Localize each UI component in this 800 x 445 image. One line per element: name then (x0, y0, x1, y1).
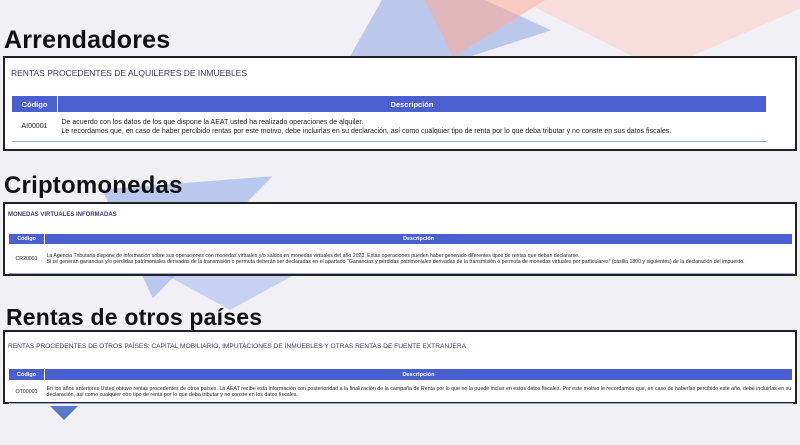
description-line: Si se generan ganancias y/o pérdidas pat… (46, 259, 745, 265)
section-heading-criptomonedas: Criptomonedas (4, 172, 183, 199)
row-code: AI00001 (11, 112, 58, 142)
info-table: Código Descripción AI00001 De acuerdo co… (11, 95, 767, 142)
table-row: CR20001 La Agencia Tributaria dispone de… (8, 244, 793, 274)
column-header-code: Código (8, 233, 45, 245)
chevron-down-icon (50, 406, 78, 420)
panel-criptomonedas: MONEDAS VIRTUALES INFORMADAS Código Desc… (3, 202, 797, 276)
panel-rentas-otros-paises: RENTAS PROCEDENTES DE OTROS PAÍSES: CAPI… (3, 330, 797, 404)
table-header-row: Código Descripción (8, 233, 793, 245)
table-row: OT00001 En los años anteriores Usted obt… (8, 380, 793, 404)
description-line: De acuerdo con los datos de los que disp… (61, 118, 364, 126)
table-header-row: Código Descripción (11, 95, 767, 113)
panel-title: RENTAS PROCEDENTES DE ALQUILERES DE INMU… (11, 68, 248, 78)
section-heading-rentas-otros-paises: Rentas de otros países (6, 304, 263, 330)
row-description: La Agencia Tributaria dispone de informa… (44, 244, 793, 274)
row-code: CR20001 (8, 244, 45, 274)
info-table: Código Descripción CR20001 La Agencia Tr… (8, 233, 793, 274)
row-code: OT00001 (8, 380, 45, 404)
panel-title: MONEDAS VIRTUALES INFORMADAS (8, 212, 117, 218)
table-row: AI00001 De acuerdo con los datos de los … (11, 112, 767, 142)
row-description: En los años anteriores Usted obtuvo rent… (44, 380, 793, 404)
panel-title: RENTAS PROCEDENTES DE OTROS PAÍSES: CAPI… (8, 343, 466, 350)
column-header-description: Descripción (44, 368, 793, 381)
info-table: Código Descripción OT00001 En los años a… (8, 368, 793, 404)
panel-arrendadores: RENTAS PROCEDENTES DE ALQUILERES DE INMU… (3, 56, 797, 151)
column-header-description: Descripción (44, 233, 793, 245)
description-line: En los años anteriores Usted obtuvo rent… (46, 385, 792, 398)
row-description: De acuerdo con los datos de los que disp… (57, 112, 767, 142)
column-header-code: Código (8, 368, 45, 381)
section-heading-arrendadores: Arrendadores (4, 26, 171, 54)
table-header-row: Código Descripción (8, 368, 793, 381)
column-header-description: Descripción (57, 95, 767, 113)
column-header-code: Código (11, 95, 58, 113)
description-line: Le recordamos que, en caso de haber perc… (61, 128, 672, 135)
